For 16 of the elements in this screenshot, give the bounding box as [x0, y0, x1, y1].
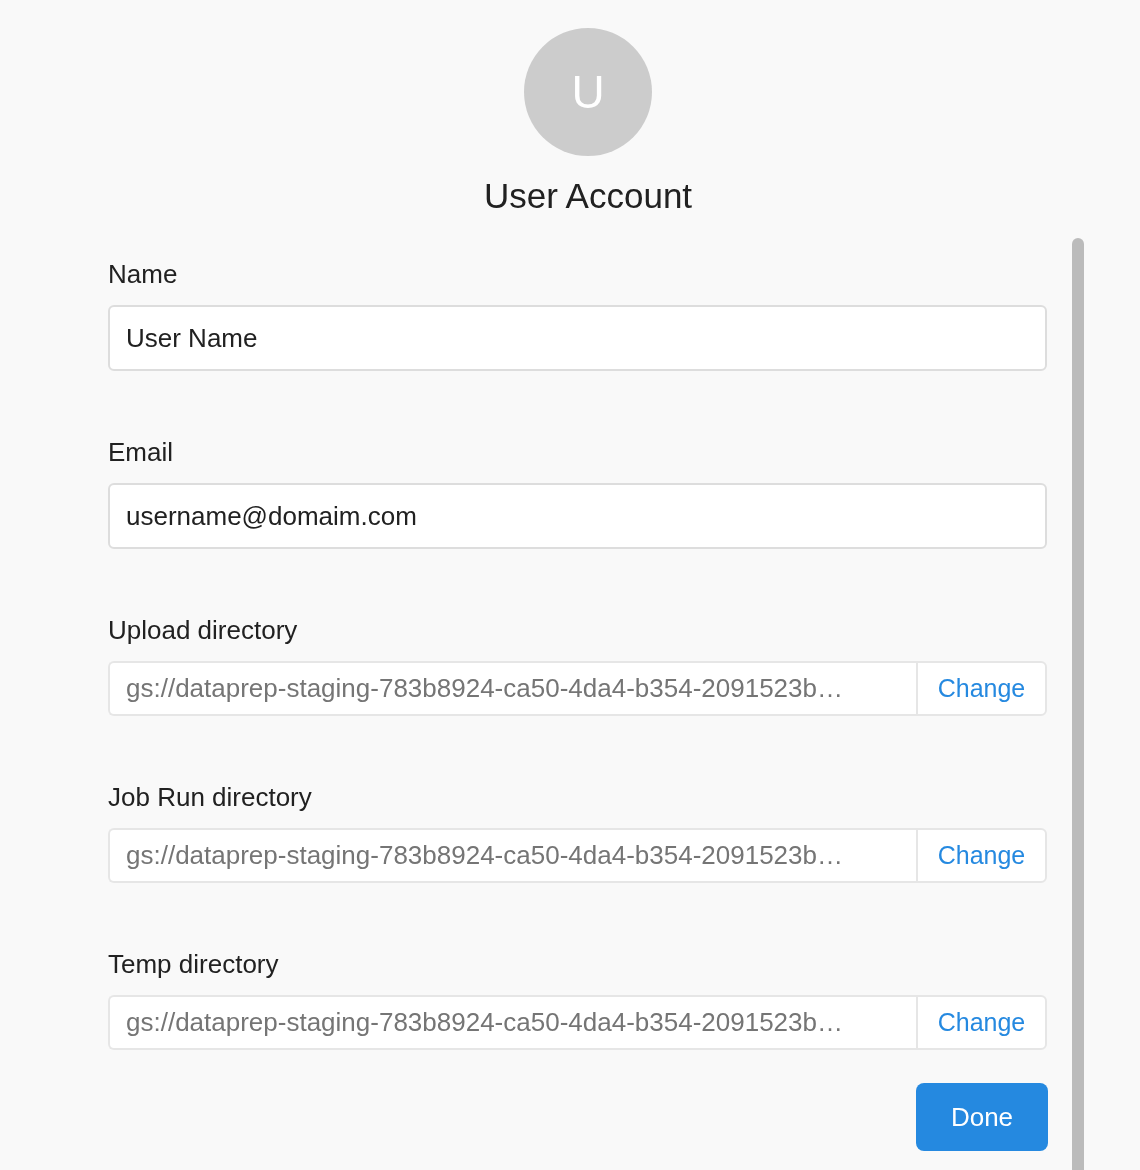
done-button[interactable]: Done: [916, 1083, 1048, 1151]
change-button[interactable]: Change: [916, 995, 1047, 1050]
dialog-title: User Account: [483, 176, 693, 216]
change-button[interactable]: Change: [916, 828, 1047, 883]
directory-path-field[interactable]: gs://dataprep-staging-783b8924-ca50-4da4-b354-2091523b…: [108, 995, 916, 1050]
change-button[interactable]: Change: [916, 661, 1047, 716]
field-label: Name: [108, 258, 179, 290]
field-label: Temp directory: [108, 948, 280, 980]
text-input-field[interactable]: User Name: [108, 305, 1047, 371]
scrollbar[interactable]: [1072, 238, 1084, 1170]
directory-path-field[interactable]: gs://dataprep-staging-783b8924-ca50-4da4-b354-2091523b…: [108, 828, 916, 883]
field-label: Email: [108, 436, 174, 468]
field-label: Job Run directory: [108, 781, 313, 813]
field-label: Upload directory: [108, 614, 299, 646]
directory-path-field[interactable]: gs://dataprep-staging-783b8924-ca50-4da4-b354-2091523b…: [108, 661, 916, 716]
text-input-field[interactable]: username@domaim.com: [108, 483, 1047, 549]
